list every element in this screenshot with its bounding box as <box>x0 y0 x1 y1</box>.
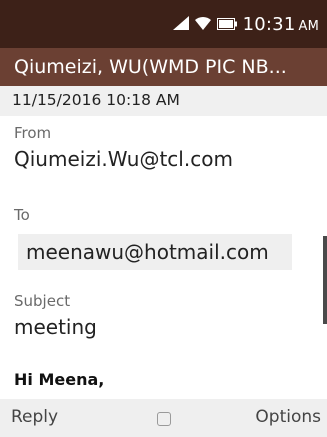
to-recipient-chip[interactable]: meenawu@hotmail.com <box>18 234 292 270</box>
subject-label: Subject <box>14 292 71 310</box>
email-sender-title: Qiumeizi, WU(WMD PIC NB... <box>14 56 287 78</box>
select-key-icon[interactable] <box>157 412 171 426</box>
email-content[interactable]: From Qiumeizi.Wu@tcl.com To meenawu@hotm… <box>0 116 327 399</box>
to-address: meenawu@hotmail.com <box>26 240 269 264</box>
clock-time: 10:31 <box>242 13 296 35</box>
subject-value: meeting <box>14 315 97 339</box>
clock-ampm: AM <box>298 18 319 34</box>
date-row: 11/15/2016 10:18 AM <box>0 86 327 116</box>
options-softkey[interactable]: Options <box>255 407 321 427</box>
from-label: From <box>14 124 52 142</box>
email-viewer-screen: 10:31 AM Qiumeizi, WU(WMD PIC NB... 11/15… <box>0 0 327 437</box>
status-bar: 10:31 AM <box>0 0 327 48</box>
reply-softkey[interactable]: Reply <box>11 407 58 427</box>
softkey-bar: Reply Options <box>0 399 327 437</box>
email-body-preview: Hi Meena, <box>14 370 105 389</box>
title-bar: Qiumeizi, WU(WMD PIC NB... <box>0 48 327 86</box>
to-label: To <box>14 206 30 224</box>
status-icons: 10:31 AM <box>172 12 319 36</box>
battery-icon <box>216 15 237 34</box>
from-address[interactable]: Qiumeizi.Wu@tcl.com <box>14 147 233 171</box>
wifi-icon <box>194 15 211 34</box>
email-date: 11/15/2016 10:18 AM <box>12 91 180 109</box>
signal-icon <box>172 15 189 34</box>
scrollbar[interactable] <box>323 236 327 324</box>
clock: 10:31 AM <box>243 14 319 35</box>
